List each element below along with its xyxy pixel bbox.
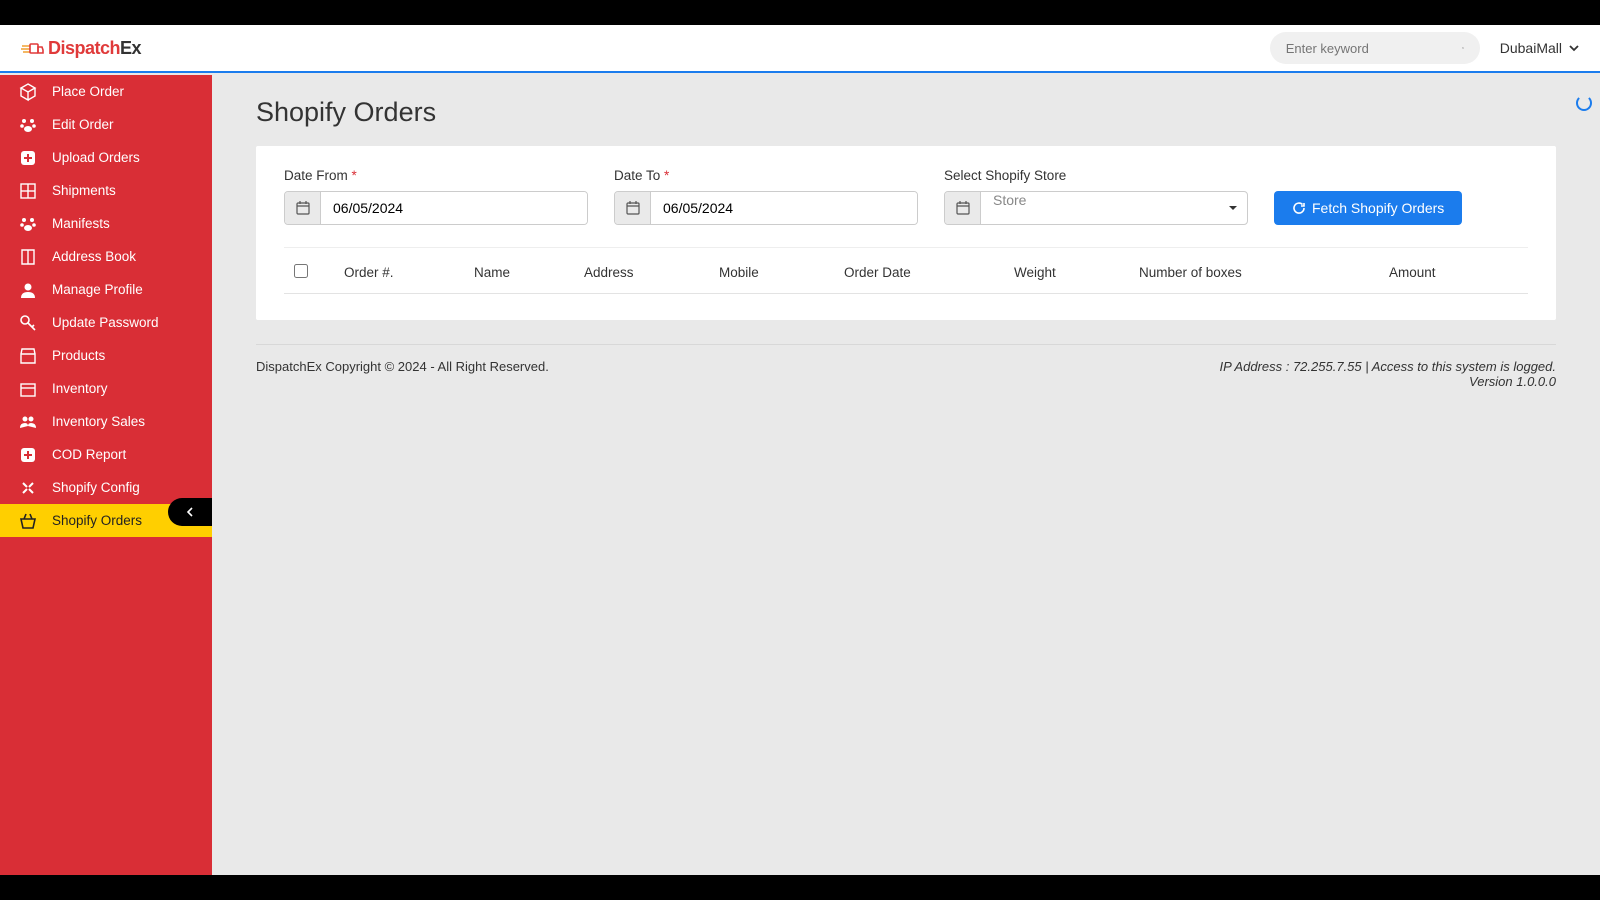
col-boxes[interactable]: Number of boxes xyxy=(1139,265,1389,280)
sidebar-item-products[interactable]: Products xyxy=(0,339,212,372)
date-to-group[interactable] xyxy=(614,191,918,225)
paw-icon xyxy=(18,214,38,234)
sidebar-item-update-password[interactable]: Update Password xyxy=(0,306,212,339)
calendar-icon[interactable] xyxy=(615,192,651,224)
main-content: Shopify Orders Date From * Date To * xyxy=(212,75,1600,875)
sidebar-item-manage-profile[interactable]: Manage Profile xyxy=(0,273,212,306)
sidebar-item-label: Address Book xyxy=(52,249,136,264)
plus-icon xyxy=(18,148,38,168)
user-name: DubaiMall xyxy=(1500,40,1562,56)
cube-icon xyxy=(18,82,38,102)
col-order[interactable]: Order #. xyxy=(344,265,474,280)
logo-text: DispatchEx xyxy=(48,38,141,59)
grid-icon xyxy=(18,181,38,201)
fetch-orders-button[interactable]: Fetch Shopify Orders xyxy=(1274,191,1462,225)
page-title: Shopify Orders xyxy=(256,97,1556,128)
sidebar-item-label: Inventory Sales xyxy=(52,414,145,429)
box-icon xyxy=(18,379,38,399)
sidebar-item-place-order[interactable]: Place Order xyxy=(0,75,212,108)
sidebar-item-label: Shipments xyxy=(52,183,116,198)
plus-icon xyxy=(18,445,38,465)
col-name[interactable]: Name xyxy=(474,265,584,280)
sidebar-item-shipments[interactable]: Shipments xyxy=(0,174,212,207)
sidebar-item-label: Place Order xyxy=(52,84,124,99)
basket-icon xyxy=(18,511,38,531)
user-icon xyxy=(18,280,38,300)
store-select-group[interactable]: Store xyxy=(944,191,1248,225)
sidebar-item-label: Shopify Config xyxy=(52,480,140,495)
search-input[interactable] xyxy=(1286,41,1462,56)
store-label: Select Shopify Store xyxy=(944,168,1248,183)
calendar-icon[interactable] xyxy=(285,192,321,224)
orders-table: Order #. Name Address Mobile Order Date … xyxy=(284,252,1528,294)
date-to-input[interactable] xyxy=(651,192,917,224)
sidebar-item-upload-orders[interactable]: Upload Orders xyxy=(0,141,212,174)
sidebar-item-label: Manage Profile xyxy=(52,282,143,297)
sidebar-item-inventory[interactable]: Inventory xyxy=(0,372,212,405)
sidebar-item-label: Edit Order xyxy=(52,117,114,132)
date-from-label: Date From * xyxy=(284,168,588,183)
book-icon xyxy=(18,247,38,267)
col-amount[interactable]: Amount xyxy=(1389,265,1528,280)
date-from-input[interactable] xyxy=(321,192,587,224)
col-weight[interactable]: Weight xyxy=(1014,265,1139,280)
sidebar-item-label: Shopify Orders xyxy=(52,513,142,528)
sidebar: Place Order Edit Order Upload Orders Shipme… xyxy=(0,75,212,875)
sidebar-item-cod-report[interactable]: COD Report xyxy=(0,438,212,471)
store-select[interactable]: Store xyxy=(981,192,1219,224)
chevron-left-icon xyxy=(185,507,195,517)
topbar: DispatchEx DubaiMall xyxy=(0,25,1600,73)
sidebar-item-edit-order[interactable]: Edit Order xyxy=(0,108,212,141)
footer-ip: IP Address : 72.255.7.55 | Access to thi… xyxy=(1220,359,1557,374)
store-icon xyxy=(18,346,38,366)
search-box[interactable] xyxy=(1270,32,1480,64)
sidebar-item-inventory-sales[interactable]: Inventory Sales xyxy=(0,405,212,438)
sidebar-item-label: Update Password xyxy=(52,315,159,330)
truck-icon xyxy=(20,40,44,56)
refresh-icon xyxy=(1292,201,1306,215)
sidebar-collapse-button[interactable] xyxy=(168,498,212,526)
col-mobile[interactable]: Mobile xyxy=(719,265,844,280)
col-date[interactable]: Order Date xyxy=(844,265,1014,280)
footer-version: Version 1.0.0.0 xyxy=(1220,374,1557,389)
sidebar-item-manifests[interactable]: Manifests xyxy=(0,207,212,240)
date-from-group[interactable] xyxy=(284,191,588,225)
select-all-checkbox[interactable] xyxy=(294,264,308,278)
search-icon[interactable] xyxy=(1462,41,1464,55)
logo[interactable]: DispatchEx xyxy=(20,38,141,59)
key-icon xyxy=(18,313,38,333)
tools-icon xyxy=(18,478,38,498)
paw-icon xyxy=(18,115,38,135)
chevron-down-icon xyxy=(1568,42,1580,54)
table-header: Order #. Name Address Mobile Order Date … xyxy=(284,252,1528,294)
sidebar-item-label: Manifests xyxy=(52,216,110,231)
footer: DispatchEx Copyright © 2024 - All Right … xyxy=(256,344,1556,389)
date-to-label: Date To * xyxy=(614,168,918,183)
sidebar-item-label: Products xyxy=(52,348,105,363)
footer-copyright: DispatchEx Copyright © 2024 - All Right … xyxy=(256,359,549,389)
users-icon xyxy=(18,412,38,432)
sidebar-item-label: Inventory xyxy=(52,381,108,396)
sidebar-item-address-book[interactable]: Address Book xyxy=(0,240,212,273)
col-address[interactable]: Address xyxy=(584,265,719,280)
sidebar-item-label: COD Report xyxy=(52,447,126,462)
calendar-icon[interactable] xyxy=(945,192,981,224)
filter-card: Date From * Date To * Select Shopify Sto… xyxy=(256,146,1556,320)
user-menu[interactable]: DubaiMall xyxy=(1500,40,1580,56)
sidebar-item-label: Upload Orders xyxy=(52,150,140,165)
caret-down-icon[interactable] xyxy=(1219,192,1247,224)
